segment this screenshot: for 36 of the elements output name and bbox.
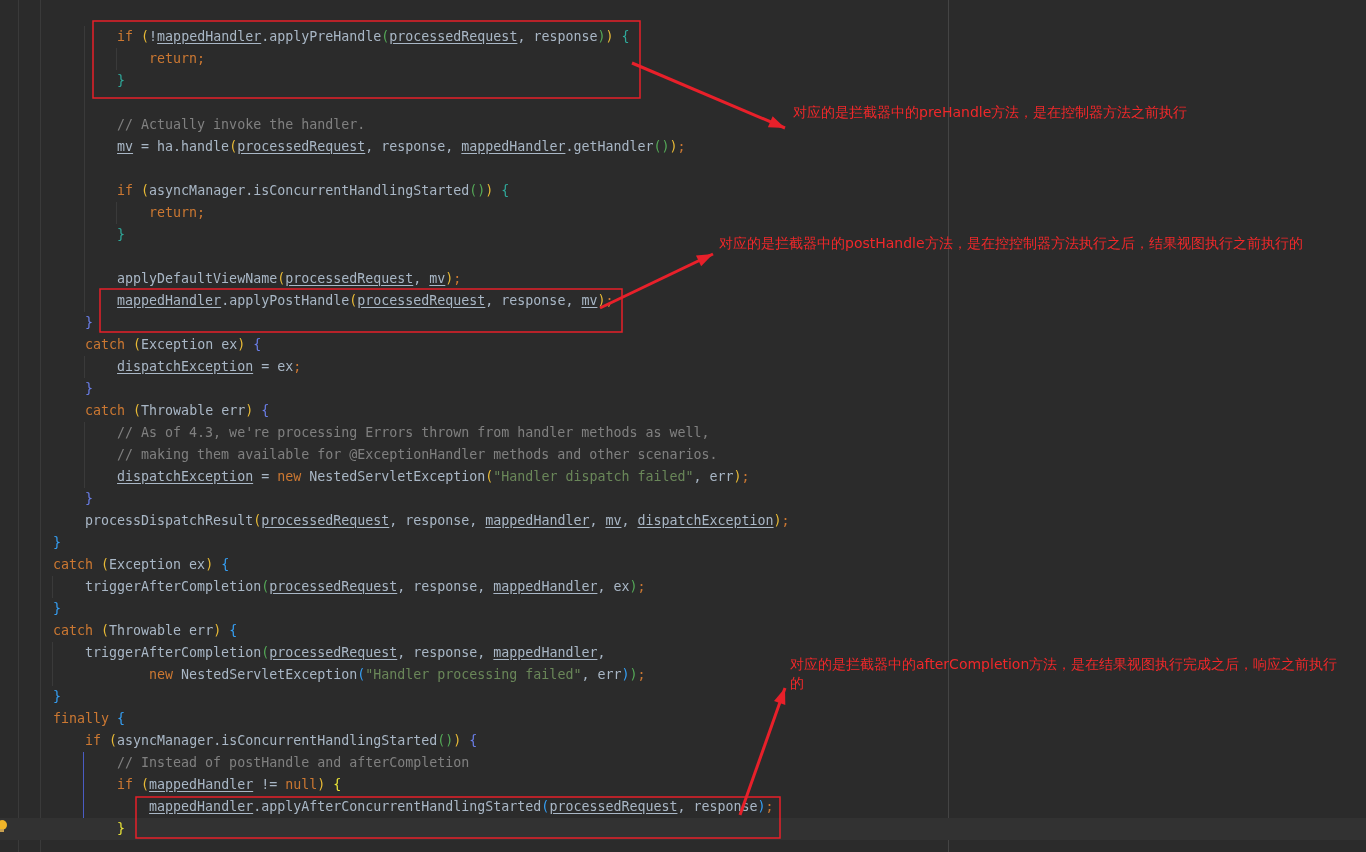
code-line: // As of 4.3, we're processing Errors thrown from handler methods as well, <box>116 425 710 440</box>
code-line: // Instead of postHandle and afterCompletion <box>116 755 470 770</box>
annotation-text: 对应的是拦截器中的afterCompletion方法，是在结果视图执行完成之后，响应之前执行的 <box>790 655 1339 693</box>
lightbulb-icon[interactable] <box>0 820 8 834</box>
code-line: } <box>84 315 94 330</box>
code-line: } <box>116 227 126 242</box>
code-line: triggerAfterCompletion(processedRequest, response, mappedHandler, <box>84 645 606 660</box>
code-line: dispatchException = new NestedServletException("Handler dispatch failed", err); <box>116 469 750 484</box>
code-line: triggerAfterCompletion(processedRequest, response, mappedHandler, ex); <box>84 579 646 594</box>
annotation-text: 对应的是拦截器中的postHandle方法，是在控控制器方法执行之后，结果视图执行之前执行的 <box>719 234 1304 253</box>
code-line: catch (Exception ex) { <box>53 557 230 572</box>
code-line: dispatchException = ex; <box>116 359 302 374</box>
code-line: applyDefaultViewName(processedRequest, mv); <box>116 271 462 286</box>
code-line: processDispatchResult(processedRequest, response, mappedHandler, mv, dispatchException); <box>84 513 790 528</box>
code-line: catch (Exception ex) { <box>84 337 262 352</box>
code-line: } <box>53 535 61 550</box>
code-line: } <box>116 73 126 88</box>
code-line: } <box>53 601 61 616</box>
code-line: new NestedServletException("Handler processing failed", err)); <box>148 667 646 682</box>
code-line: // making them available for @ExceptionHandler methods and other scenarios. <box>116 447 718 462</box>
code-line: catch (Throwable err) { <box>84 403 270 418</box>
code-line: return; <box>148 51 206 66</box>
code-line: return; <box>148 205 206 220</box>
code-line: mv = ha.handle(processedRequest, response, mappedHandler.getHandler()); <box>116 139 686 154</box>
code-line: } <box>53 689 61 704</box>
code-line: } <box>116 821 126 836</box>
code-line: } <box>84 491 94 506</box>
code-line: catch (Throwable err) { <box>53 623 238 638</box>
code-line: if (asyncManager.isConcurrentHandlingStarted()) { <box>84 733 478 748</box>
code-line: if (!mappedHandler.applyPreHandle(processedRequest, response)) { <box>116 29 630 44</box>
code-line: finally { <box>53 711 126 726</box>
code-line: if (asyncManager.isConcurrentHandlingStarted()) { <box>116 183 510 198</box>
annotation-text: 对应的是拦截器中的preHandle方法，是在控制器方法之前执行 <box>793 103 1189 122</box>
code-line: } <box>84 381 94 396</box>
code-line: if (mappedHandler != null) { <box>116 777 342 792</box>
code-line: // Actually invoke the handler. <box>116 117 366 132</box>
